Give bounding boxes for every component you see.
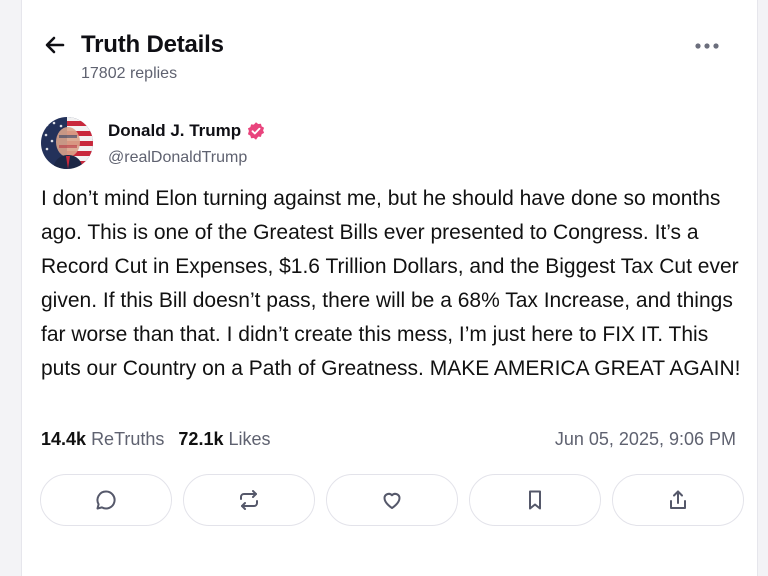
post-body: I don’t mind Elon turning against me, bu… xyxy=(41,187,741,380)
share-button[interactable] xyxy=(612,474,744,526)
retruth-button[interactable] xyxy=(183,474,315,526)
share-icon xyxy=(666,488,690,512)
more-options-button[interactable] xyxy=(693,36,721,56)
post-timestamp: Jun 05, 2025, 9:06 PM xyxy=(554,429,736,449)
retruths-label: ReTruths xyxy=(91,429,165,449)
like-button[interactable] xyxy=(326,474,458,526)
author-handle[interactable]: @realDonaldTrump xyxy=(108,149,247,167)
post-detail-card: Truth Details 17802 replies Donald J. Tr… xyxy=(21,0,758,576)
page-title: Truth Details xyxy=(81,31,224,58)
retruth-icon xyxy=(237,488,261,512)
verified-badge-icon xyxy=(246,121,266,141)
author-name[interactable]: Donald J. Trump xyxy=(108,121,266,141)
post-actions xyxy=(40,474,744,526)
post-stats: 14.4k ReTruths 72.1k Likes xyxy=(41,429,271,450)
likes-label: Likes xyxy=(228,429,271,449)
likes-count: 72.1k xyxy=(178,429,224,449)
replies-count: 17802 replies xyxy=(81,65,178,82)
bookmark-icon xyxy=(523,488,547,512)
author-display-name: Donald J. Trump xyxy=(108,121,242,140)
like-heart-icon xyxy=(380,488,404,512)
retruths-stat[interactable]: 14.4k ReTruths xyxy=(41,429,164,450)
likes-stat[interactable]: 72.1k Likes xyxy=(178,429,270,450)
arrow-left-icon xyxy=(43,33,67,57)
retruths-count: 14.4k xyxy=(41,429,87,449)
page-header: Truth Details 17802 replies xyxy=(22,0,757,100)
reply-button[interactable] xyxy=(40,474,172,526)
avatar[interactable] xyxy=(41,117,93,169)
more-horizontal-icon xyxy=(695,42,719,50)
back-button[interactable] xyxy=(42,32,68,58)
reply-icon xyxy=(94,488,118,512)
bookmark-button[interactable] xyxy=(469,474,601,526)
